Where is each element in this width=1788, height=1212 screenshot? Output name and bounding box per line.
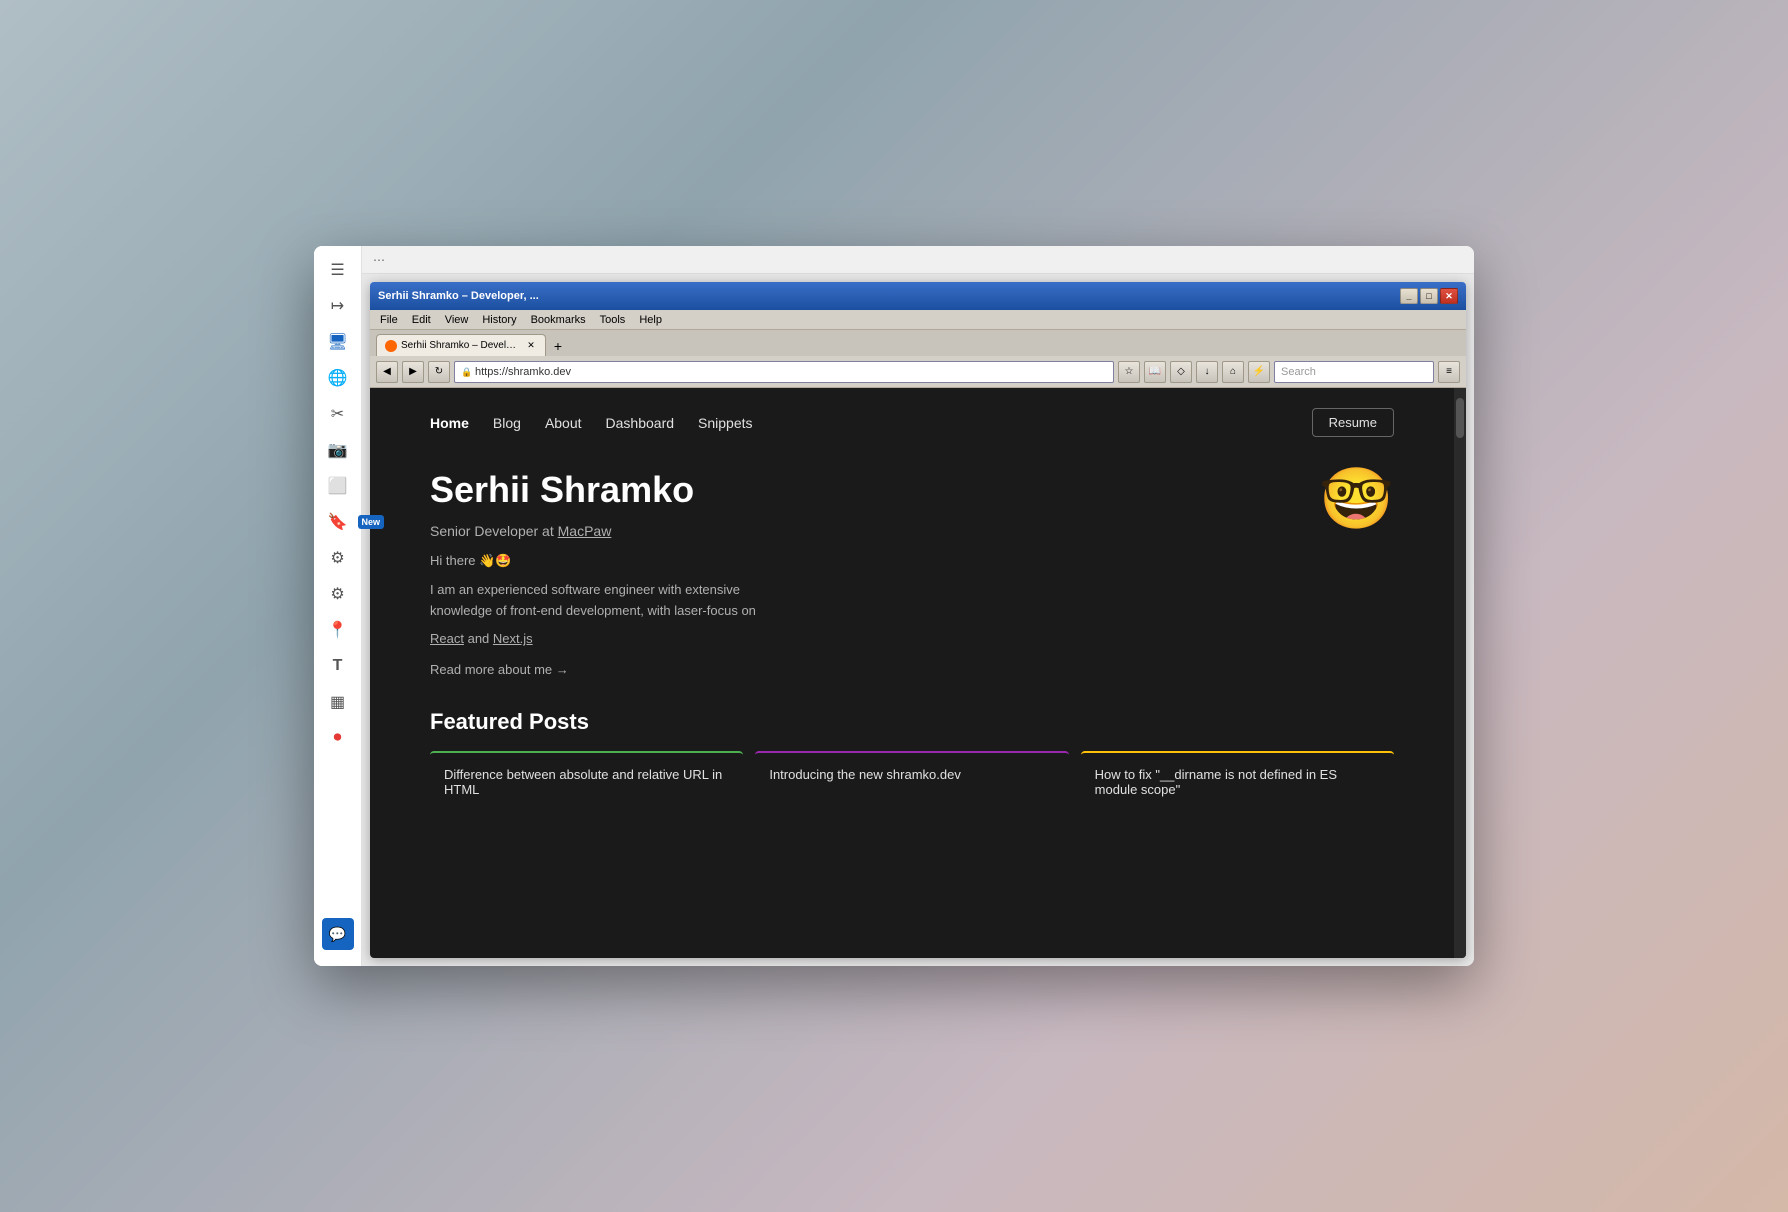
text-icon[interactable]: T [322, 650, 354, 682]
desc-line1: I am an experienced software engineer wi… [430, 582, 740, 597]
browser-titlebar: Serhii Shramko – Developer, ... _ □ ✕ [370, 282, 1466, 310]
bookmark-icon[interactable]: 🔖 New [322, 506, 354, 538]
search-placeholder: Search [1281, 366, 1316, 378]
subtitle-prefix: Senior Developer at [430, 523, 558, 539]
window-icon[interactable]: ⬜ [322, 470, 354, 502]
camera-icon[interactable]: 📷 [322, 434, 354, 466]
close-button[interactable]: ✕ [1440, 288, 1458, 304]
lock-icon: 🔒 [461, 367, 471, 377]
main-content: ⋯ Serhii Shramko – Developer, ... _ □ ✕ … [362, 246, 1474, 966]
menu-history[interactable]: History [476, 313, 522, 327]
browser-container: Serhii Shramko – Developer, ... _ □ ✕ Fi… [370, 282, 1466, 958]
layout-icon[interactable]: ▦ [322, 686, 354, 718]
browser-tab[interactable]: Serhii Shramko – Developer, ... ✕ [376, 334, 546, 356]
menu-icon[interactable]: ☰ [322, 254, 354, 286]
menu-tools[interactable]: Tools [594, 313, 632, 327]
resume-button[interactable]: Resume [1312, 408, 1394, 437]
featured-title: Featured Posts [430, 709, 1394, 735]
forward-button[interactable]: ▶ [402, 361, 424, 383]
menu-edit[interactable]: Edit [406, 313, 437, 327]
export-icon[interactable]: ↦ [322, 290, 354, 322]
nav-about[interactable]: About [545, 415, 582, 431]
menu-help[interactable]: Help [633, 313, 668, 327]
hero-tech: React and Next.js [430, 629, 1279, 650]
react-link[interactable]: React [430, 631, 464, 646]
hero-title: Serhii Shramko [430, 469, 1279, 511]
featured-posts: Featured Posts Difference between absolu… [430, 709, 1394, 831]
tab-close-button[interactable]: ✕ [525, 340, 537, 352]
post-label-2: Introducing the new shramko.dev [769, 767, 961, 782]
maximize-button[interactable]: □ [1420, 288, 1438, 304]
chat-icon[interactable]: 💬 [322, 918, 354, 950]
post-card-1[interactable]: Difference between absolute and relative… [430, 751, 743, 831]
address-bar[interactable]: 🔒 https://shramko.dev [454, 361, 1114, 383]
download-button[interactable]: ↓ [1196, 361, 1218, 383]
tab-favicon [385, 340, 397, 352]
app-window: ☰ ↦ 🖥 🌐 ✂ 📷 ⬜ 🔖 New ⚙ ⚙ 📍 T ▦ ⏺ 💬 ⋯ Serh… [314, 246, 1474, 966]
tab-label: Serhii Shramko – Developer, ... [401, 340, 521, 351]
top-bar: ⋯ [362, 246, 1474, 274]
nav-snippets[interactable]: Snippets [698, 415, 752, 431]
monitor-icon[interactable]: 🖥 [322, 326, 354, 358]
sync-button[interactable]: ⚡ [1248, 361, 1270, 383]
nav-home[interactable]: Home [430, 415, 469, 431]
read-more-link[interactable]: Read more about me → [430, 662, 1279, 677]
pin-icon[interactable]: 📍 [322, 614, 354, 646]
scrollbar-thumb[interactable] [1456, 398, 1464, 438]
bookmark-star-button[interactable]: ☆ [1118, 361, 1140, 383]
nextjs-link[interactable]: Next.js [493, 631, 533, 646]
and-text: and [468, 631, 490, 646]
window-controls: _ □ ✕ [1400, 288, 1458, 304]
menu-view[interactable]: View [439, 313, 475, 327]
browser-toolbar: ◀ ▶ ↻ 🔒 https://shramko.dev ☆ 📖 ◇ ↓ ⌂ ⚡ … [370, 356, 1466, 388]
browser-title: Serhii Shramko – Developer, ... [378, 290, 1396, 302]
home-button[interactable]: ⌂ [1222, 361, 1244, 383]
pocket-button[interactable]: ◇ [1170, 361, 1192, 383]
hero-subtitle: Senior Developer at MacPaw [430, 523, 1279, 539]
hero-text: Serhii Shramko Senior Developer at MacPa… [430, 469, 1279, 677]
post-card-3[interactable]: How to fix "__dirname is not defined in … [1081, 751, 1394, 831]
post-label-3: How to fix "__dirname is not defined in … [1095, 767, 1337, 797]
menu-file[interactable]: File [374, 313, 404, 327]
hero-desc1: I am an experienced software engineer wi… [430, 580, 1279, 622]
subtitle-link[interactable]: MacPaw [558, 523, 612, 539]
avatar: 🤓 [1319, 469, 1394, 529]
website-content: Home Blog About Dashboard Snippets Resum… [370, 388, 1466, 958]
hero-section: Serhii Shramko Senior Developer at MacPa… [430, 469, 1394, 677]
website-scrollbar[interactable] [1454, 388, 1466, 958]
settings1-icon[interactable]: ⚙ [322, 542, 354, 574]
settings2-icon[interactable]: ⚙ [322, 578, 354, 610]
topbar-menu-icon[interactable]: ⋯ [370, 251, 388, 269]
new-tab-button[interactable]: + [548, 336, 568, 356]
minimize-button[interactable]: _ [1400, 288, 1418, 304]
browser-menu-bar: File Edit View History Bookmarks Tools H… [370, 310, 1466, 330]
nav-blog[interactable]: Blog [493, 415, 521, 431]
post-card-2[interactable]: Introducing the new shramko.dev [755, 751, 1068, 831]
new-badge: New [358, 515, 385, 529]
website-nav: Home Blog About Dashboard Snippets Resum… [430, 408, 1394, 437]
nav-dashboard[interactable]: Dashboard [606, 415, 675, 431]
back-button[interactable]: ◀ [376, 361, 398, 383]
browser-tab-bar: Serhii Shramko – Developer, ... ✕ + [370, 330, 1466, 356]
record-icon[interactable]: ⏺ [322, 722, 354, 754]
search-bar[interactable]: Search [1274, 361, 1434, 383]
reader-button[interactable]: 📖 [1144, 361, 1166, 383]
url-text: https://shramko.dev [475, 366, 571, 378]
overflow-button[interactable]: ≡ [1438, 361, 1460, 383]
sidebar: ☰ ↦ 🖥 🌐 ✂ 📷 ⬜ 🔖 New ⚙ ⚙ 📍 T ▦ ⏺ 💬 [314, 246, 362, 966]
menu-bookmarks[interactable]: Bookmarks [525, 313, 592, 327]
desc-line2: knowledge of front-end development, with… [430, 603, 756, 618]
reload-button[interactable]: ↻ [428, 361, 450, 383]
website-inner: Home Blog About Dashboard Snippets Resum… [370, 388, 1454, 958]
posts-grid: Difference between absolute and relative… [430, 751, 1394, 831]
address-bar-container: 🔒 https://shramko.dev [454, 361, 1114, 383]
post-label-1: Difference between absolute and relative… [444, 767, 722, 797]
globe-icon[interactable]: 🌐 [322, 362, 354, 394]
scissors-icon[interactable]: ✂ [322, 398, 354, 430]
hero-greeting: Hi there 👋🤩 [430, 551, 1279, 572]
